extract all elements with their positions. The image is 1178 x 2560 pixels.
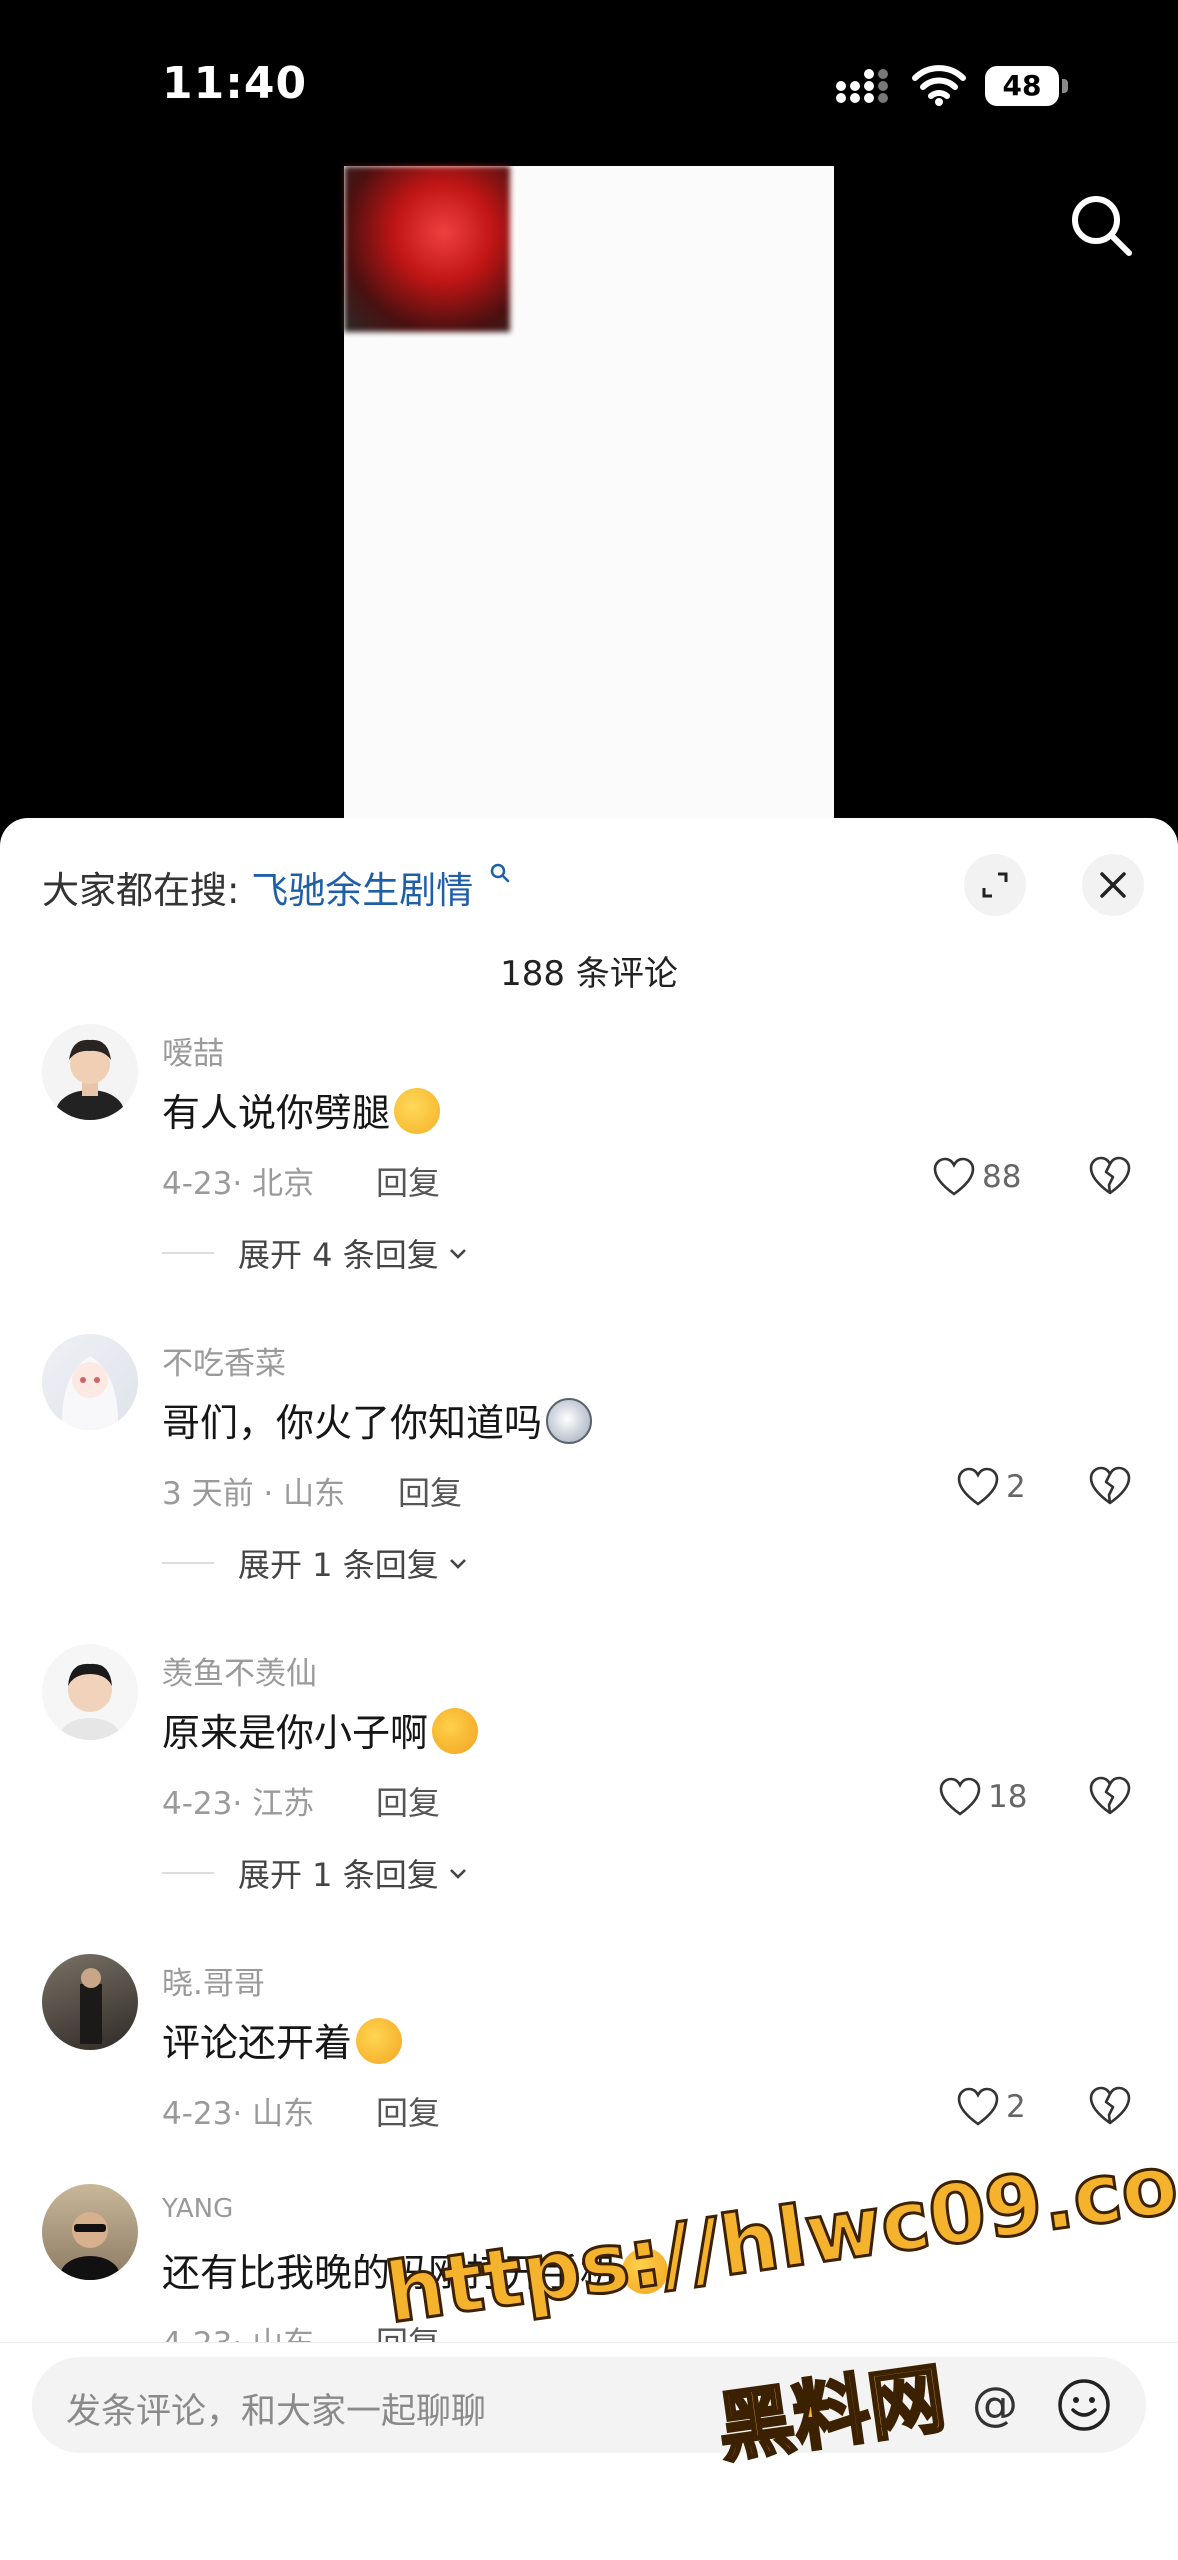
status-bar: 11:40 48 bbox=[0, 0, 1178, 160]
search-icon[interactable] bbox=[1066, 190, 1138, 262]
expand-replies-button[interactable]: 展开 1 条回复 bbox=[162, 1540, 471, 1586]
like-count: 18 bbox=[988, 1779, 1028, 1815]
expand-replies-button[interactable]: 展开 1 条回复 bbox=[162, 1850, 471, 1896]
hot-search-term[interactable]: 飞驰余生剧情 bbox=[251, 869, 473, 912]
expand-sheet-button[interactable] bbox=[964, 854, 1026, 916]
reply-button[interactable]: 回复 bbox=[376, 2318, 440, 2344]
comment-location: 江苏 bbox=[252, 1786, 315, 1822]
hot-search-link[interactable]: 大家都在搜: 飞驰余生剧情 bbox=[42, 860, 511, 914]
comment-meta: 3 天前 · 山东 bbox=[162, 1476, 346, 1512]
comment-item: YANG 还有比我晚的吗刚打开手机 4-23· 山东 回复 bbox=[0, 2184, 1178, 2344]
comment-input-placeholder: 发条评论，和大家一起聊聊 bbox=[66, 2392, 487, 2432]
hot-search-prefix: 大家都在搜: bbox=[42, 869, 240, 912]
comment-username[interactable]: 羡鱼不羡仙 bbox=[162, 1648, 317, 1693]
expand-replies-button[interactable]: 展开 4 条回复 bbox=[162, 1230, 471, 1276]
comment-text: 有人说你劈腿 bbox=[162, 1082, 441, 1137]
like-button[interactable]: 2 bbox=[956, 1464, 1026, 1510]
comment-count: 188 条评论 bbox=[500, 954, 678, 994]
comment-username[interactable]: YANG bbox=[162, 2194, 233, 2224]
comment-meta: 4-23· 山东 bbox=[162, 2096, 315, 2132]
heart-icon bbox=[957, 2087, 999, 2126]
heart-icon bbox=[939, 1777, 981, 1816]
expand-replies-label: 展开 1 条回复 bbox=[238, 1546, 439, 1584]
broken-heart-icon[interactable] bbox=[1088, 2084, 1132, 2128]
video-thumbnail bbox=[344, 166, 510, 332]
reply-button[interactable]: 回复 bbox=[376, 2088, 440, 2134]
expand-icon bbox=[982, 872, 1008, 898]
broken-heart-icon[interactable] bbox=[1088, 1154, 1132, 1198]
thinking-face-icon bbox=[394, 1088, 441, 1134]
chevron-down-icon bbox=[449, 1869, 466, 1879]
avatar[interactable] bbox=[42, 1954, 138, 2050]
video-player[interactable] bbox=[344, 166, 834, 846]
comment-body: 哥们，你火了你知道吗 bbox=[162, 1401, 543, 1445]
status-time: 11:40 bbox=[162, 58, 308, 109]
broken-heart-icon[interactable] bbox=[1088, 1774, 1132, 1818]
mini-search-icon bbox=[490, 863, 510, 883]
emoji-icon[interactable] bbox=[1056, 2377, 1112, 2433]
close-icon bbox=[1100, 872, 1126, 898]
avatar[interactable] bbox=[42, 1334, 138, 1430]
reply-button[interactable]: 回复 bbox=[376, 1158, 440, 1204]
like-count: 2 bbox=[1006, 2089, 1026, 2125]
avatar[interactable] bbox=[42, 1024, 138, 1120]
avatar[interactable] bbox=[42, 1644, 138, 1740]
chevron-down-icon bbox=[449, 1249, 466, 1259]
expand-replies-label: 展开 4 条回复 bbox=[238, 1236, 439, 1274]
broken-heart-icon[interactable] bbox=[1088, 1464, 1132, 1508]
smirk-face-icon bbox=[432, 1708, 479, 1754]
wifi-icon bbox=[912, 65, 966, 106]
like-button[interactable]: 18 bbox=[938, 1774, 1027, 1820]
comment-body: 原来是你小子啊 bbox=[162, 1711, 429, 1755]
reply-button[interactable]: 回复 bbox=[376, 1778, 440, 1824]
kiss-face-icon bbox=[356, 2018, 403, 2064]
heart-icon bbox=[957, 1467, 999, 1506]
comment-item: 羡鱼不羡仙 原来是你小子啊 4-23· 江苏 回复 18 展开 1 条回复 bbox=[0, 1644, 1178, 1914]
comment-input[interactable]: 发条评论，和大家一起聊聊 @ bbox=[32, 2357, 1146, 2453]
reply-button[interactable]: 回复 bbox=[398, 1468, 462, 1514]
comment-text: 哥们，你火了你知道吗 bbox=[162, 1392, 593, 1447]
dog-face-icon bbox=[546, 1398, 593, 1444]
comment-body: 有人说你劈腿 bbox=[162, 1091, 391, 1135]
battery-level: 48 bbox=[985, 66, 1059, 106]
comment-username[interactable]: 不吃香菜 bbox=[162, 1338, 286, 1383]
avatar[interactable] bbox=[42, 2184, 138, 2280]
comment-meta: 4-23· 北京 bbox=[162, 1166, 315, 1202]
comment-sheet: 大家都在搜: 飞驰余生剧情 188 条评论 嗳喆 有人说你劈腿 4-23· 北京… bbox=[0, 818, 1178, 2560]
expand-replies-label: 展开 1 条回复 bbox=[238, 1856, 439, 1894]
comment-location: 山东 bbox=[252, 2096, 315, 2132]
comment-meta: 4-23· 江苏 bbox=[162, 1786, 315, 1822]
like-count: 88 bbox=[982, 1159, 1022, 1195]
comment-meta: 4-23· 山东 bbox=[162, 2318, 314, 2344]
comment-text: 评论还开着 bbox=[162, 2012, 403, 2067]
close-sheet-button[interactable] bbox=[1082, 854, 1144, 916]
comment-date: 3 天前 bbox=[162, 1476, 254, 1512]
mention-button[interactable]: @ bbox=[972, 2377, 1018, 2431]
comment-item: 嗳喆 有人说你劈腿 4-23· 北京 回复 88 展开 4 条回复 bbox=[0, 1024, 1178, 1294]
comment-item: 不吃香菜 哥们，你火了你知道吗 3 天前 · 山东 回复 2 展开 1 条回复 bbox=[0, 1334, 1178, 1604]
comment-text: 原来是你小子啊 bbox=[162, 1702, 479, 1757]
comment-input-bar: 发条评论，和大家一起聊聊 @ bbox=[0, 2342, 1178, 2560]
battery-icon: 48 bbox=[985, 66, 1069, 106]
like-button[interactable]: 2 bbox=[956, 2084, 1026, 2130]
like-count: 2 bbox=[1006, 1469, 1026, 1505]
comment-username[interactable]: 嗳喆 bbox=[162, 1028, 224, 1073]
comment-date: 4-23 bbox=[162, 1166, 233, 1202]
comment-username[interactable]: 晓.哥哥 bbox=[162, 1958, 265, 2003]
comment-item: 晓.哥哥 评论还开着 4-23· 山东 回复 2 bbox=[0, 1954, 1178, 2164]
heart-icon bbox=[933, 1157, 975, 1196]
comment-date: 4-23 bbox=[162, 2096, 233, 2132]
like-button[interactable]: 88 bbox=[932, 1154, 1021, 1200]
smirk-face-icon bbox=[622, 2248, 669, 2294]
cellular-signal-icon bbox=[836, 69, 888, 103]
chevron-down-icon bbox=[449, 1559, 466, 1569]
comment-location: 山东 bbox=[283, 1476, 346, 1512]
comment-body: 评论还开着 bbox=[162, 2021, 353, 2065]
comment-text: 还有比我晚的吗刚打开手机 bbox=[162, 2242, 669, 2297]
comment-date: 4-23 bbox=[162, 1786, 233, 1822]
comment-location: 北京 bbox=[252, 1166, 315, 1202]
comment-body: 还有比我晚的吗刚打开手机 bbox=[162, 2251, 619, 2295]
